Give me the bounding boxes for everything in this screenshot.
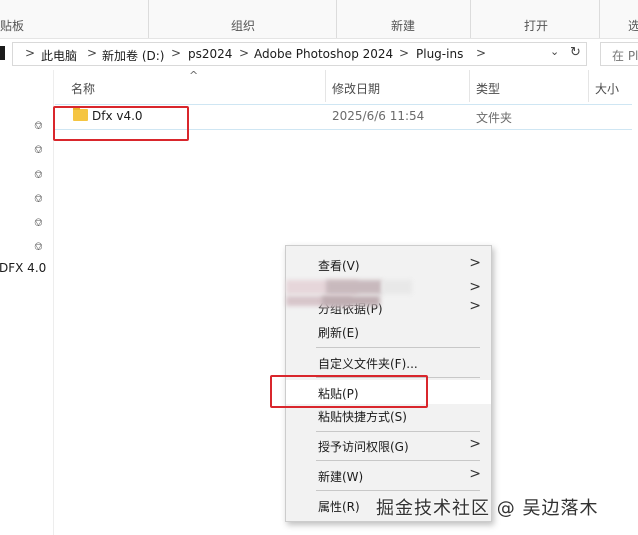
blur-mask [326, 280, 382, 294]
pin-icon[interactable]: ⎊ [34, 192, 46, 206]
menu-separator [316, 431, 480, 432]
nav-edge-marker [0, 46, 5, 60]
file-type: 文件夹 [476, 111, 513, 125]
blur-mask [322, 296, 380, 306]
menu-item-label: 自定义文件夹(F)... [318, 357, 418, 371]
breadcrumb-adobe-photoshop[interactable]: Adobe Photoshop 2024 [254, 47, 393, 61]
menu-item-refresh[interactable]: 刷新(E) [286, 319, 491, 343]
column-header-modified[interactable]: 修改日期 [326, 70, 470, 102]
ribbon-group-organize[interactable]: 组织 [149, 0, 337, 38]
search-placeholder: 在 Pl [612, 49, 638, 63]
chevron-right-icon: > [469, 436, 481, 452]
refresh-icon[interactable]: ↻ [570, 45, 581, 60]
column-label: 大小 [595, 82, 620, 96]
column-label: 名称 [71, 82, 96, 96]
column-label: 修改日期 [332, 82, 381, 96]
ribbon-group-select[interactable]: 选 [600, 0, 638, 38]
breadcrumb-separator: > [87, 46, 98, 60]
menu-item-label: 属性(R) [318, 500, 360, 514]
ribbon: 贴板 组织 新建 打开 选 [0, 0, 638, 39]
watermark: 掘金技术社区 @ 吴边落木 [376, 498, 599, 519]
search-input[interactable]: 在 Pl [600, 42, 638, 66]
highlight-box-paste [270, 375, 428, 408]
breadcrumb-separator: > [25, 46, 36, 60]
breadcrumb-drive-d[interactable]: 新加卷 (D:) [102, 47, 164, 64]
column-label: 类型 [476, 82, 501, 96]
ribbon-group-label: 新建 [391, 19, 416, 33]
address-bar[interactable]: > 此电脑 > 新加卷 (D:) > ps2024 > Adobe Photos… [12, 42, 587, 66]
ribbon-group-open[interactable]: 打开 [471, 0, 600, 38]
menu-item-label: 粘贴快捷方式(S) [318, 410, 407, 424]
sort-ascending-icon: ^ [189, 69, 199, 82]
menu-separator [316, 460, 480, 461]
pin-icon[interactable]: ⎊ [34, 216, 46, 230]
pin-icon[interactable]: ⎊ [34, 119, 46, 133]
breadcrumb-separator: > [476, 46, 487, 60]
breadcrumb-ps2024[interactable]: ps2024 [188, 47, 232, 61]
pin-icon[interactable]: ⎊ [34, 143, 46, 157]
chevron-right-icon: > [469, 255, 481, 271]
pin-icon[interactable]: ⎊ [34, 168, 46, 182]
nav-item-dfx[interactable]: DFX 4.0 [0, 261, 46, 275]
breadcrumb-separator: > [239, 46, 250, 60]
ribbon-group-label: 贴板 [0, 19, 25, 33]
breadcrumb-plug-ins[interactable]: Plug-ins [416, 47, 463, 61]
menu-item-label: 查看(V) [318, 259, 360, 273]
chevron-right-icon: > [469, 298, 481, 314]
column-header-size[interactable]: 大小 [589, 70, 638, 102]
column-header-type[interactable]: 类型 [470, 70, 589, 102]
menu-item-customize-folder[interactable]: 自定义文件夹(F)... [286, 350, 491, 374]
ribbon-group-new[interactable]: 新建 [337, 0, 471, 38]
ribbon-group-label: 打开 [524, 19, 549, 33]
file-modified: 2025/6/6 11:54 [332, 109, 425, 123]
pin-icon[interactable]: ⎊ [34, 240, 46, 254]
ribbon-group-label: 组织 [231, 19, 256, 33]
breadcrumb-this-pc[interactable]: 此电脑 [41, 47, 77, 64]
ribbon-group-label: 选 [628, 19, 638, 33]
highlight-box-folder [53, 106, 189, 141]
column-header-name[interactable]: 名称 ^ [55, 69, 326, 102]
navigation-pane: ⎊ ⎊ ⎊ ⎊ ⎊ ⎊ DFX 4.0 [0, 70, 54, 535]
chevron-down-icon[interactable]: ⌄ [550, 45, 559, 58]
menu-item-label: 授予访问权限(G) [318, 440, 409, 454]
menu-item-view[interactable]: 查看(V) > [286, 252, 491, 276]
menu-separator [316, 347, 480, 348]
address-row: > 此电脑 > 新加卷 (D:) > ps2024 > Adobe Photos… [0, 40, 638, 68]
menu-item-give-access[interactable]: 授予访问权限(G) > [286, 433, 491, 457]
chevron-right-icon: > [469, 466, 481, 482]
menu-separator [316, 490, 480, 491]
blur-mask [382, 280, 412, 294]
menu-item-label: 新建(W) [318, 470, 364, 484]
breadcrumb-separator: > [399, 46, 410, 60]
chevron-right-icon: > [469, 279, 481, 295]
ribbon-group-clipboard[interactable]: 贴板 [0, 0, 149, 38]
breadcrumb-separator: > [171, 46, 182, 60]
menu-item-label: 刷新(E) [318, 326, 359, 340]
menu-item-new[interactable]: 新建(W) > [286, 463, 491, 487]
